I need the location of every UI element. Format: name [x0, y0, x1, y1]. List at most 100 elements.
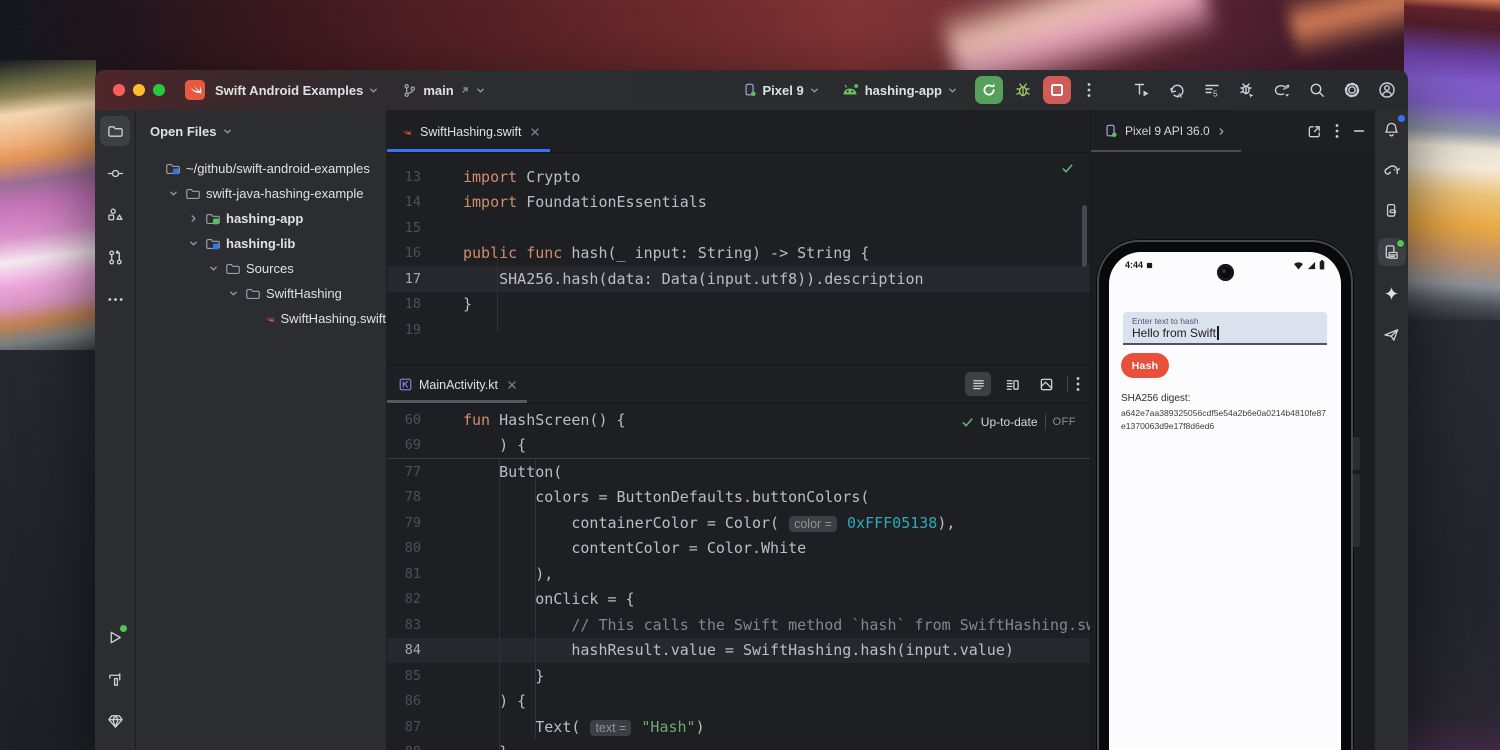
tree-item-swift-java-hashing-example[interactable]: swift-java-hashing-example: [136, 181, 386, 206]
code-line-19[interactable]: 19: [387, 317, 1090, 343]
tree-item-hashing-lib[interactable]: hashing-lib: [136, 231, 386, 256]
code-line-79[interactable]: 79 containerColor = Color( color = 0xFFF…: [387, 510, 1090, 536]
chevron-down-icon: [223, 127, 232, 136]
profiler-run-icon[interactable]: [1133, 81, 1151, 99]
pull-requests-tool-button[interactable]: [100, 242, 130, 272]
chevron-down-icon[interactable]: [166, 189, 180, 198]
signal-icon: [1307, 261, 1316, 270]
kebab-menu-icon[interactable]: [1076, 376, 1080, 392]
hash-button[interactable]: Hash: [1121, 353, 1169, 378]
project-tool-button[interactable]: [100, 116, 130, 146]
search-icon[interactable]: [1308, 81, 1326, 99]
notifications-button[interactable]: [1378, 115, 1406, 143]
code-line-16[interactable]: 16public func hash(_ input: String) -> S…: [387, 241, 1090, 267]
hash-text-input[interactable]: Enter text to hash Hello from Swift: [1123, 312, 1327, 345]
running-devices-button[interactable]: [1378, 238, 1406, 266]
attach-debugger-icon[interactable]: [1238, 81, 1256, 99]
view-split-button[interactable]: [999, 372, 1025, 396]
device-selector[interactable]: Pixel 9: [743, 83, 819, 98]
account-icon[interactable]: [1378, 81, 1396, 99]
line-number: 16: [387, 245, 421, 261]
code-line-13[interactable]: 13import Crypto: [387, 164, 1090, 190]
app-quality-insights-button[interactable]: [1378, 320, 1406, 348]
phone-screen[interactable]: 4:44 Enter text to hash Hello from Swift: [1109, 252, 1341, 750]
code-line-80[interactable]: 80 contentColor = Color.White: [387, 536, 1090, 562]
chevron-down-icon[interactable]: [186, 239, 200, 248]
tree-item-sources[interactable]: Sources: [136, 256, 386, 281]
code-line-17[interactable]: 17 SHA256.hash(data: Data(input.utf8)).d…: [387, 266, 1090, 292]
build-tool-button[interactable]: [100, 664, 130, 694]
live-edit-status-text: Up-to-date: [981, 415, 1038, 429]
live-edit-off-badge: OFF: [1053, 416, 1077, 428]
chevron-down-icon[interactable]: [206, 264, 220, 273]
app-logo-swift-icon: [185, 80, 205, 100]
code-line-82[interactable]: 82 onClick = {: [387, 587, 1090, 613]
device-manager-button[interactable]: [1378, 197, 1406, 225]
dependencies-tool-button[interactable]: [100, 706, 130, 736]
code-line-18[interactable]: 18}: [387, 292, 1090, 318]
tab-swifthashing[interactable]: SwiftHashing.swift: [387, 111, 550, 152]
debug-button[interactable]: [1009, 76, 1037, 104]
code-line-84[interactable]: 84 hashResult.value = SwiftHashing.hash(…: [387, 638, 1090, 664]
close-icon[interactable]: [507, 380, 517, 390]
live-edit-status[interactable]: Up-to-date OFF: [957, 412, 1080, 432]
tree-item-github-swift-android-examples[interactable]: ~/github/swift-android-examples: [136, 156, 386, 181]
run-more-options-button[interactable]: [1075, 76, 1103, 104]
code-line-85[interactable]: 85 }: [387, 663, 1090, 689]
code-line-86[interactable]: 86 ) {: [387, 689, 1090, 715]
run-tool-button[interactable]: [100, 622, 130, 652]
swift-file-icon: [399, 125, 413, 139]
chevron-right-icon[interactable]: [1217, 127, 1226, 136]
chevron-down-icon[interactable]: [226, 289, 240, 298]
view-design-button[interactable]: [1033, 372, 1059, 396]
chevron-right-icon[interactable]: [186, 214, 200, 223]
line-number: 85: [387, 668, 421, 684]
scrollbar[interactable]: [1082, 205, 1087, 267]
settings-icon[interactable]: [1343, 81, 1361, 99]
code-line-15[interactable]: 15: [387, 215, 1090, 241]
wallpaper-left-dark: [0, 350, 96, 750]
structure-tool-button[interactable]: [100, 200, 130, 230]
apply-changes-icon[interactable]: A: [1168, 81, 1186, 99]
view-code-button[interactable]: [965, 372, 991, 396]
profiler-icon[interactable]: [1273, 81, 1291, 99]
code-line-78[interactable]: 78 colors = ButtonDefaults.buttonColors(: [387, 485, 1090, 511]
close-button[interactable]: [113, 84, 125, 96]
kebab-menu-icon[interactable]: [1335, 123, 1339, 139]
tree-item-hashing-app[interactable]: hashing-app: [136, 206, 386, 231]
tree-item-swifthashing[interactable]: SwiftHashing: [136, 281, 386, 306]
tree-item-swifthashing-swift[interactable]: SwiftHashing.swift: [136, 306, 386, 331]
project-selector[interactable]: Swift Android Examples: [215, 83, 378, 98]
commit-tool-button[interactable]: [100, 158, 130, 188]
run-config-selector[interactable]: hashing-app: [841, 83, 957, 98]
code-line-81[interactable]: 81 ),: [387, 561, 1090, 587]
tab-mainactivity[interactable]: MainActivity.kt: [387, 366, 527, 403]
hide-panel-icon[interactable]: [1352, 124, 1366, 138]
code-line-14[interactable]: 14import FoundationEssentials: [387, 190, 1090, 216]
editor-mainactivity[interactable]: 60fun HashScreen() {69 ) {77 Button(78 c…: [387, 404, 1090, 750]
code-line-77[interactable]: 77 Button(: [387, 459, 1090, 485]
minimize-button[interactable]: [133, 84, 145, 96]
code-line-87[interactable]: 87 Text( text = "Hash"): [387, 714, 1090, 740]
code-line-83[interactable]: 83 // This calls the Swift method `hash`…: [387, 612, 1090, 638]
gradle-tool-button[interactable]: [1378, 156, 1406, 184]
left-tool-strip: [95, 110, 136, 750]
line-number: 79: [387, 515, 421, 531]
emulator-tab-label[interactable]: Pixel 9 API 36.0: [1125, 124, 1210, 138]
code-line-69[interactable]: 69 ) {: [387, 433, 1090, 460]
inspection-ok-icon[interactable]: [1061, 162, 1074, 175]
rerun-button[interactable]: [975, 76, 1003, 104]
more-tools-button[interactable]: [100, 284, 130, 314]
gemini-button[interactable]: [1378, 279, 1406, 307]
close-icon[interactable]: [530, 127, 540, 137]
zoom-button[interactable]: [153, 84, 165, 96]
vcs-branch-selector[interactable]: main: [402, 83, 484, 98]
project-view-selector[interactable]: Open Files: [136, 110, 386, 152]
code-line-88[interactable]: 88 }: [387, 740, 1090, 750]
apply-code-changes-icon[interactable]: 5: [1203, 81, 1221, 99]
editor-swifthashing[interactable]: 13import Crypto14import FoundationEssent…: [387, 153, 1090, 364]
desktop: Swift Android Examples main Pixel 9 hash…: [0, 0, 1500, 750]
folder-green-icon: [205, 211, 221, 227]
open-in-window-icon[interactable]: [1307, 124, 1322, 139]
stop-button[interactable]: [1043, 76, 1071, 104]
